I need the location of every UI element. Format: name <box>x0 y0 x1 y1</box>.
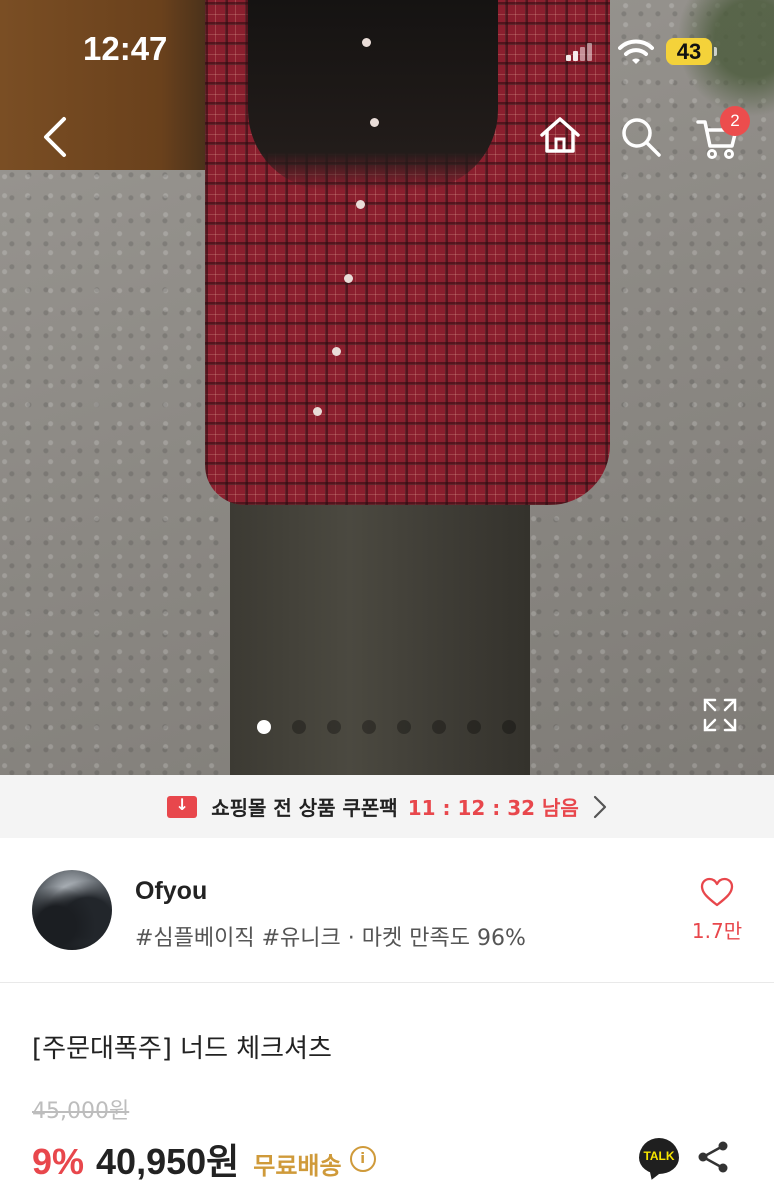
back-icon[interactable] <box>40 115 70 159</box>
coupon-timer: 11 : 12 : 32 남음 <box>407 796 579 820</box>
share-icon[interactable] <box>696 1140 730 1174</box>
carousel-dot[interactable] <box>327 720 341 734</box>
carousel-dot[interactable] <box>397 720 411 734</box>
coupon-text: 쇼핑몰 전 상품 쿠폰팩 <box>211 796 398 820</box>
carousel-dot[interactable] <box>502 720 516 734</box>
battery-indicator: 43 <box>666 38 717 65</box>
product-title: [주문대폭주] 너드 체크셔츠 <box>32 1034 332 1064</box>
divider <box>0 982 774 983</box>
status-time: 12:47 <box>83 30 168 67</box>
carousel-dot[interactable] <box>432 720 446 734</box>
wooden-wall <box>0 0 230 170</box>
carousel-dot[interactable] <box>257 720 271 734</box>
coupon-icon <box>167 795 198 818</box>
original-price: 45,000원 <box>32 1099 130 1124</box>
discount-rate: 9% <box>32 1141 85 1182</box>
free-shipping-label: 무료배송 <box>253 1152 342 1180</box>
carousel-dot[interactable] <box>467 720 481 734</box>
home-icon[interactable] <box>538 115 582 155</box>
price-row: 9% 40,950원 무료배송 i <box>32 1133 376 1185</box>
coupon-banner[interactable]: 쇼핑몰 전 상품 쿠폰팩 11 : 12 : 32 남음 <box>0 775 774 838</box>
expand-icon[interactable] <box>703 698 737 732</box>
carousel-dot[interactable] <box>292 720 306 734</box>
hair <box>248 0 498 190</box>
shop-name[interactable]: Ofyou <box>135 877 207 906</box>
search-icon[interactable] <box>620 116 662 158</box>
plant <box>664 0 774 130</box>
cart-count-badge: 2 <box>720 106 750 136</box>
wifi-icon <box>618 39 654 64</box>
shop-avatar[interactable] <box>32 870 112 950</box>
talk-button[interactable]: TALK <box>639 1138 679 1174</box>
signal-icon <box>566 42 594 61</box>
chevron-right-icon <box>593 795 606 818</box>
heart-icon <box>700 877 734 907</box>
shop-meta: #심플베이직 #유니크 · 마켓 만족도 96% <box>135 926 526 951</box>
carousel-dot[interactable] <box>362 720 376 734</box>
like-count: 1.7만 <box>691 919 743 943</box>
sale-price: 40,950원 <box>96 1141 240 1182</box>
info-icon[interactable]: i <box>349 1146 376 1172</box>
like-button[interactable]: 1.7만 <box>682 877 752 944</box>
carousel-indicator[interactable] <box>257 720 516 734</box>
